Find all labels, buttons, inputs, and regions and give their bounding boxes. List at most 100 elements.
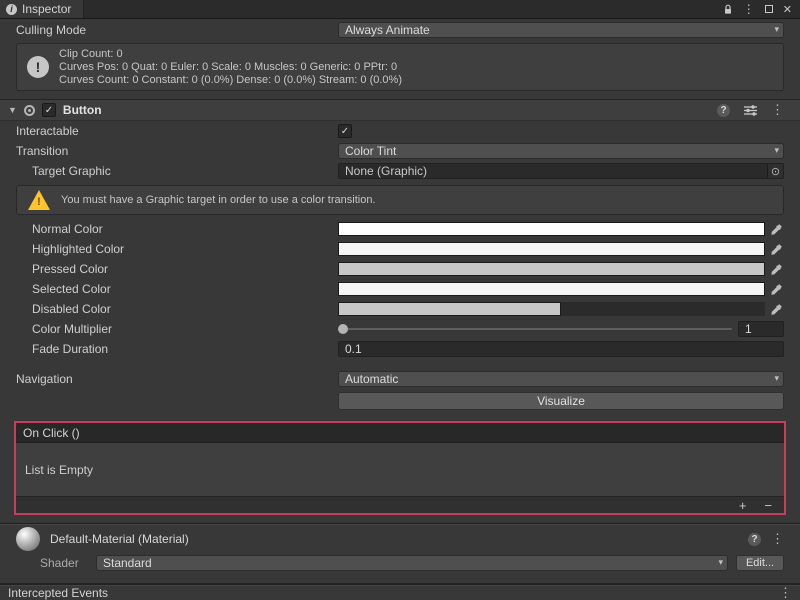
tab-label: Inspector bbox=[22, 2, 71, 16]
material-title: Default-Material (Material) bbox=[50, 532, 738, 546]
slider-track bbox=[338, 328, 732, 330]
color-multiplier-slider[interactable] bbox=[338, 322, 732, 336]
target-graphic-value: None (Graphic) bbox=[345, 164, 427, 178]
culling-mode-row: Culling Mode Always Animate ▾ bbox=[0, 21, 800, 39]
selected-color-row: Selected Color bbox=[0, 279, 800, 299]
shader-dropdown[interactable]: Standard ▾ bbox=[96, 555, 728, 571]
fade-duration-field[interactable]: 0.1 bbox=[338, 341, 784, 357]
material-header[interactable]: Default-Material (Material) ? ⋮ bbox=[0, 525, 800, 553]
navigation-row: Navigation Automatic ▾ bbox=[0, 369, 800, 389]
lock-icon[interactable] bbox=[723, 4, 733, 15]
help-icon[interactable]: ? bbox=[717, 104, 730, 117]
culling-mode-label: Culling Mode bbox=[16, 23, 338, 37]
disabled-color-label: Disabled Color bbox=[16, 302, 338, 316]
remove-listener-button[interactable]: − bbox=[764, 499, 772, 512]
eyedropper-icon[interactable] bbox=[770, 283, 784, 296]
navigation-dropdown[interactable]: Automatic ▾ bbox=[338, 371, 784, 387]
kebab-icon[interactable]: ⋮ bbox=[779, 585, 792, 600]
kebab-icon[interactable]: ⋮ bbox=[771, 531, 784, 547]
button-component-icon bbox=[24, 105, 35, 116]
eyedropper-icon[interactable] bbox=[770, 263, 784, 276]
intercepted-events-label: Intercepted Events bbox=[8, 586, 108, 600]
culling-mode-value: Always Animate bbox=[345, 23, 430, 37]
interactable-row: Interactable ✓ bbox=[0, 121, 800, 141]
chevron-down-icon: ▾ bbox=[774, 145, 779, 156]
color-multiplier-row: Color Multiplier 1 bbox=[0, 319, 800, 339]
normal-color-row: Normal Color bbox=[0, 219, 800, 239]
on-click-event-box: On Click () List is Empty + − bbox=[14, 421, 786, 515]
maximize-icon[interactable] bbox=[765, 5, 773, 13]
window-controls: ⋮ ✕ bbox=[715, 0, 800, 18]
navigation-label: Navigation bbox=[16, 372, 338, 386]
transition-value: Color Tint bbox=[345, 144, 396, 158]
disabled-color-swatch[interactable] bbox=[338, 302, 765, 316]
highlighted-color-swatch[interactable] bbox=[338, 242, 765, 256]
interactable-checkbox[interactable]: ✓ bbox=[338, 124, 352, 138]
on-click-footer: + − bbox=[16, 496, 784, 513]
selected-color-label: Selected Color bbox=[16, 282, 338, 296]
chevron-down-icon: ▾ bbox=[774, 24, 779, 35]
animator-info-box: ! Clip Count: 0 Curves Pos: 0 Quat: 0 Eu… bbox=[16, 43, 784, 91]
visualize-button[interactable]: Visualize bbox=[338, 392, 784, 410]
selected-color-swatch[interactable] bbox=[338, 282, 765, 296]
target-graphic-field[interactable]: None (Graphic) ⊙ bbox=[338, 163, 784, 179]
warning-text: You must have a Graphic target in order … bbox=[61, 194, 376, 206]
transition-dropdown[interactable]: Color Tint ▾ bbox=[338, 143, 784, 159]
on-click-empty-list: List is Empty bbox=[16, 443, 784, 496]
shader-value: Standard bbox=[103, 556, 152, 570]
add-listener-button[interactable]: + bbox=[739, 499, 747, 512]
normal-color-swatch[interactable] bbox=[338, 222, 765, 236]
navigation-value: Automatic bbox=[345, 372, 398, 386]
foldout-open-icon[interactable]: ▼ bbox=[8, 105, 17, 115]
highlighted-color-row: Highlighted Color bbox=[0, 239, 800, 259]
color-multiplier-field[interactable]: 1 bbox=[738, 321, 784, 337]
graphic-warning-box: ! You must have a Graphic target in orde… bbox=[16, 185, 784, 215]
shader-row: Shader Standard ▾ Edit... bbox=[0, 553, 800, 573]
visualize-row: Visualize bbox=[0, 391, 800, 411]
component-enabled-checkbox[interactable]: ✓ bbox=[42, 103, 56, 117]
target-graphic-row: Target Graphic None (Graphic) ⊙ bbox=[0, 161, 800, 181]
check-icon: ✓ bbox=[341, 126, 349, 137]
close-icon[interactable]: ✕ bbox=[783, 3, 792, 16]
button-component-header[interactable]: ▼ ✓ Button ? ⋮ bbox=[0, 99, 800, 121]
fade-duration-label: Fade Duration bbox=[16, 342, 338, 356]
component-title: Button bbox=[63, 103, 102, 117]
culling-mode-dropdown[interactable]: Always Animate ▾ bbox=[338, 22, 784, 38]
material-preview-icon bbox=[16, 527, 40, 551]
kebab-icon[interactable]: ⋮ bbox=[743, 2, 755, 16]
curves-count-line: Curves Count: 0 Constant: 0 (0.0%) Dense… bbox=[59, 74, 402, 87]
highlighted-color-label: Highlighted Color bbox=[16, 242, 338, 256]
presets-icon[interactable] bbox=[744, 105, 757, 116]
tab-inspector[interactable]: i Inspector bbox=[0, 0, 84, 18]
window-titlebar: i Inspector ⋮ ✕ bbox=[0, 0, 800, 19]
animator-info-lines: Clip Count: 0 Curves Pos: 0 Quat: 0 Eule… bbox=[59, 48, 402, 87]
shader-label: Shader bbox=[40, 556, 96, 570]
eyedropper-icon[interactable] bbox=[770, 223, 784, 236]
clip-count-line: Clip Count: 0 bbox=[59, 48, 402, 61]
slider-knob[interactable] bbox=[338, 324, 348, 334]
chevron-down-icon: ▾ bbox=[774, 373, 779, 384]
chevron-down-icon: ▾ bbox=[718, 557, 723, 568]
shader-edit-button[interactable]: Edit... bbox=[736, 555, 784, 571]
disabled-color-row: Disabled Color bbox=[0, 299, 800, 319]
pressed-color-label: Pressed Color bbox=[16, 262, 338, 276]
on-click-header: On Click () bbox=[16, 423, 784, 443]
eyedropper-icon[interactable] bbox=[770, 243, 784, 256]
info-icon: ! bbox=[27, 56, 49, 78]
pressed-color-swatch[interactable] bbox=[338, 262, 765, 276]
check-icon: ✓ bbox=[45, 105, 53, 116]
inspector-window: i Inspector ⋮ ✕ Culling Mode Always Anim… bbox=[0, 0, 800, 600]
transition-row: Transition Color Tint ▾ bbox=[0, 141, 800, 161]
color-multiplier-label: Color Multiplier bbox=[16, 322, 338, 336]
intercepted-events-tab[interactable]: Intercepted Events ⋮ bbox=[0, 583, 800, 600]
kebab-icon[interactable]: ⋮ bbox=[771, 102, 784, 118]
pressed-color-row: Pressed Color bbox=[0, 259, 800, 279]
inspector-icon: i bbox=[6, 4, 17, 15]
fade-duration-row: Fade Duration 0.1 bbox=[0, 339, 800, 359]
object-picker-icon[interactable]: ⊙ bbox=[767, 164, 783, 178]
help-icon[interactable]: ? bbox=[748, 533, 761, 546]
warning-icon: ! bbox=[27, 190, 51, 210]
eyedropper-icon[interactable] bbox=[770, 303, 784, 316]
curves-pos-line: Curves Pos: 0 Quat: 0 Euler: 0 Scale: 0 … bbox=[59, 61, 402, 74]
normal-color-label: Normal Color bbox=[16, 222, 338, 236]
